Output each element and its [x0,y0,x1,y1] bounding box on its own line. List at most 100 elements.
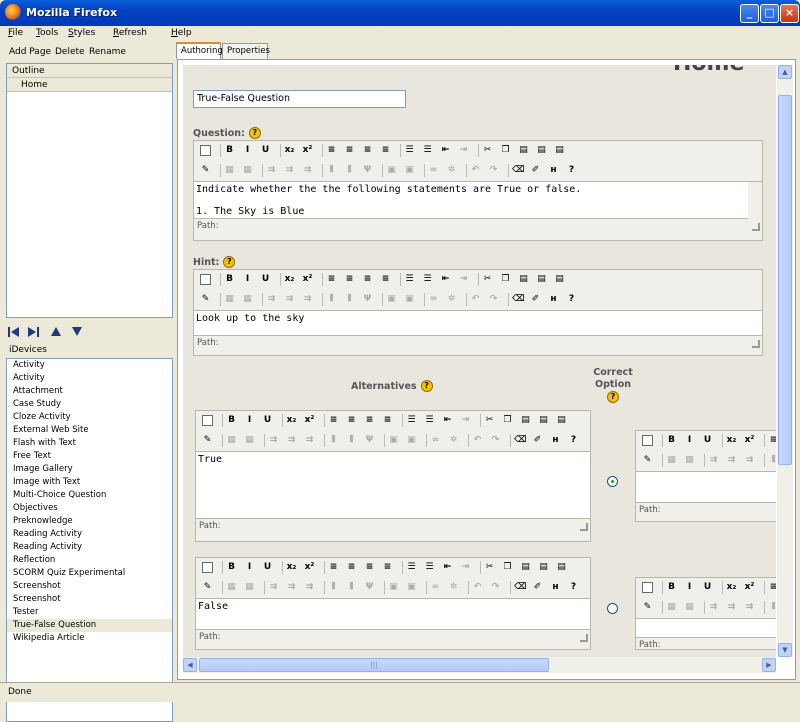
media-icon[interactable]: ▣ [406,435,417,446]
cut-icon[interactable]: ✂ [484,562,495,573]
bold-icon[interactable]: B [226,562,237,573]
cut-icon[interactable]: ✂ [482,145,493,156]
close-button[interactable]: × [780,4,799,23]
paste-word-icon[interactable]: ▤ [556,562,567,573]
underline-icon[interactable]: U [260,274,271,285]
indent-icon[interactable]: ⇥ [458,274,469,285]
idevice-item[interactable]: SCORM Quiz Experimental [7,567,172,580]
idevice-item[interactable]: Screenshot [7,580,172,593]
align-left-icon[interactable]: ≡ [326,274,337,285]
idevice-item[interactable]: Image with Text [7,476,172,489]
paste-text-icon[interactable]: ▤ [538,562,549,573]
alternative-textarea-false[interactable]: False [196,598,590,630]
delete-col-icon[interactable]: ⫴ [346,435,357,446]
align-right-icon[interactable]: ≡ [362,145,373,156]
table-icon[interactable]: ▦ [226,582,237,593]
underline-icon[interactable]: U [702,582,713,593]
undo-icon[interactable]: ↶ [470,165,481,176]
minimize-button[interactable]: _ [740,4,759,23]
cleanup-icon[interactable]: ✐ [532,582,543,593]
insert-col2-icon[interactable]: ⫴ [328,435,339,446]
align-left-icon[interactable]: ≡ [328,415,339,426]
paste-word-icon[interactable]: ▤ [554,274,565,285]
subscript-icon[interactable]: x₂ [284,274,295,285]
idevice-item[interactable]: Reflection [7,554,172,567]
unlink-icon[interactable]: ✲ [448,435,459,446]
idevice-item[interactable]: Cloze Activity [7,411,172,424]
insert-row-icon[interactable]: ⇉ [268,435,279,446]
numbered-list-icon[interactable]: ☰ [424,562,435,573]
unlink-icon[interactable]: ✲ [448,582,459,593]
cleanup-icon[interactable]: ✐ [532,435,543,446]
table-icon[interactable]: ▦ [226,435,237,446]
indent-icon[interactable]: ⇥ [458,145,469,156]
html-icon[interactable]: ʜ [548,294,559,305]
insert-col2-icon[interactable]: ⫴ [326,165,337,176]
scroll-right-icon[interactable]: ▶ [762,658,776,672]
help-icon[interactable]: ? [607,391,619,403]
numbered-list-icon[interactable]: ☰ [422,274,433,285]
paste-icon[interactable]: ▤ [518,145,529,156]
bold-icon[interactable]: B [224,274,235,285]
numbered-list-icon[interactable]: ☰ [422,145,433,156]
outdent-icon[interactable]: ⇤ [442,415,453,426]
menu-tools[interactable]: Tools [36,28,58,38]
cut-icon[interactable]: ✂ [484,415,495,426]
row-props-icon[interactable]: ▦ [244,582,255,593]
maximize-button[interactable]: □ [760,4,779,23]
delete-button[interactable]: Delete [55,47,85,57]
correct-option-radio-false[interactable] [607,603,618,614]
underline-icon[interactable]: U [262,562,273,573]
insert-col2-icon[interactable]: ⫴ [326,294,337,305]
split-cell-icon[interactable]: Ψ [362,165,373,176]
alternative-textarea-true[interactable]: True [196,451,590,519]
idevice-item[interactable]: Wikipedia Article [7,632,172,645]
insert-row-icon[interactable]: ⇉ [268,582,279,593]
idevice-item[interactable]: Multi-Choice Question [7,489,172,502]
media-icon[interactable]: ▣ [404,294,415,305]
delete-row-icon[interactable]: ⇉ [726,602,737,613]
align-center-icon[interactable]: ≡ [346,415,357,426]
align-right-icon[interactable]: ≡ [364,562,375,573]
redo-icon[interactable]: ↷ [488,294,499,305]
insert-col-icon[interactable]: ⇉ [302,165,313,176]
justify-icon[interactable]: ≡ [380,274,391,285]
split-cell-icon[interactable]: Ψ [362,294,373,305]
vertical-scrollbar[interactable]: ▲ ▼ [777,65,793,657]
idevice-item[interactable]: Preknowledge [7,515,172,528]
insert-row-icon[interactable]: ⇉ [266,165,277,176]
rename-button[interactable]: Rename [89,47,126,57]
help-icon[interactable]: ? [248,127,261,139]
italic-icon[interactable]: I [244,415,255,426]
new-document-icon[interactable] [642,582,653,593]
menu-refresh[interactable]: Refresh [113,28,147,38]
paste-icon[interactable]: ▤ [520,415,531,426]
bullet-list-icon[interactable]: ☰ [406,562,417,573]
subscript-icon[interactable]: x₂ [726,582,737,593]
copy-icon[interactable]: ❐ [500,274,511,285]
cleanup-icon[interactable]: ✐ [530,165,541,176]
undo-icon[interactable]: ↶ [472,435,483,446]
numbered-list-icon[interactable]: ☰ [424,415,435,426]
outline-item-home[interactable]: Home [7,78,172,92]
paste-icon[interactable]: ▤ [520,562,531,573]
paste-word-icon[interactable]: ▤ [554,145,565,156]
idevice-item[interactable]: Reading Activity [7,541,172,554]
insert-col-icon[interactable]: ⇉ [302,294,313,305]
italic-icon[interactable]: I [684,582,695,593]
bold-icon[interactable]: B [666,582,677,593]
align-left-icon[interactable]: ≡ [768,435,776,446]
subscript-icon[interactable]: x₂ [726,435,737,446]
superscript-icon[interactable]: x² [304,562,315,573]
vertical-scroll-thumb[interactable] [778,95,792,465]
new-document-icon[interactable] [642,435,653,446]
insert-col2-icon[interactable]: ⫴ [328,582,339,593]
delete-col-icon[interactable]: ⫴ [346,582,357,593]
insert-col-icon[interactable]: ⇉ [744,455,755,466]
idevice-item[interactable]: Case Study [7,398,172,411]
resize-grip-icon[interactable] [580,523,588,531]
delete-row-icon[interactable]: ⇉ [286,435,297,446]
erase-icon[interactable]: ⌫ [514,582,527,593]
italic-icon[interactable]: I [684,435,695,446]
insert-row-icon[interactable]: ⇉ [708,602,719,613]
